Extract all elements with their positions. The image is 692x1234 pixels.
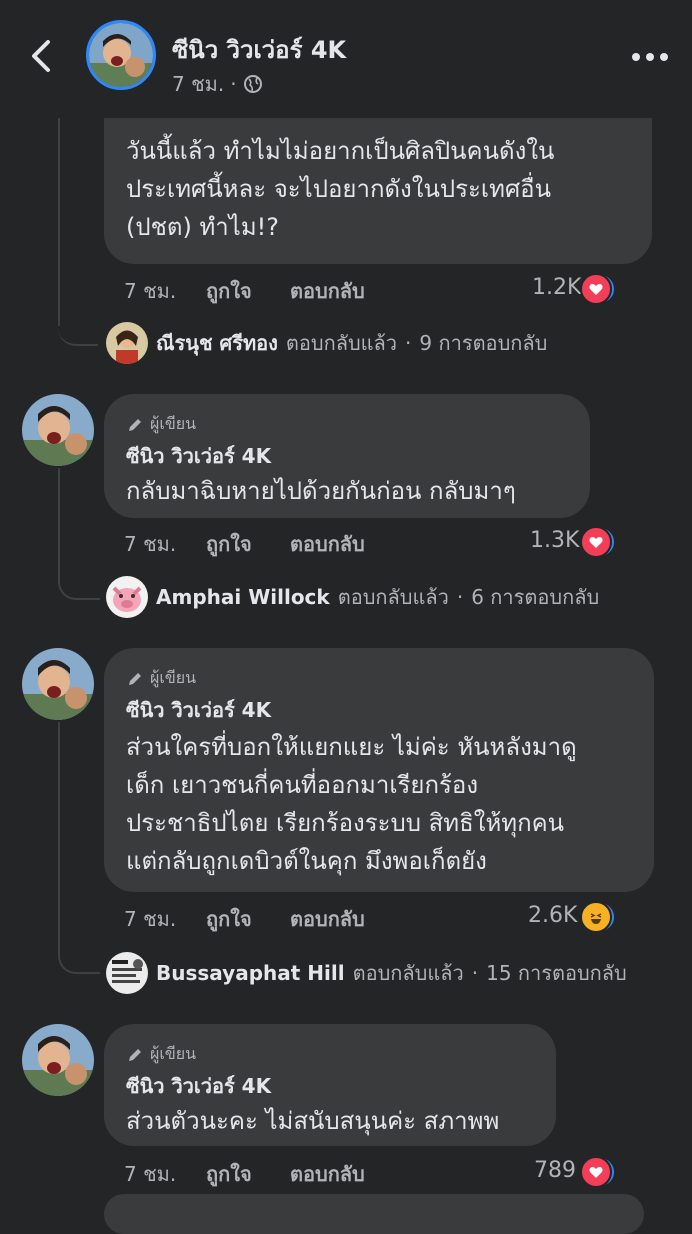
comment-line: ประเทศนี้หละ จะไปอยากดังในประเทศอื่น [126, 175, 551, 203]
author-badge-label: ผู้เขียน [150, 1044, 197, 1063]
next-comment-bubble-edge [104, 1194, 644, 1234]
reaction-count[interactable]: 789 [534, 1158, 576, 1183]
meta-separator: · [230, 72, 237, 96]
comment-text: วันนี้แล้ว ทำไมไม่อยากเป็นศิลปินคนดังใน … [126, 132, 646, 246]
comment-actions: 7 ชม. ถูกใจ ตอบกลับ 1.3K [0, 526, 692, 560]
commenter-name[interactable]: ซีนิว วิวเว่อร์ 4K [126, 694, 271, 726]
author-badge: ผู้เขียน [126, 666, 196, 691]
reply-summary[interactable]: ณีรนุช ศรีทอง ตอบกลับแล้ว · 9 การตอบกลับ [106, 322, 547, 364]
reaction-count[interactable]: 1.3K [530, 528, 579, 553]
like-button[interactable]: ถูกใจ [206, 528, 252, 560]
reaction-count[interactable]: 1.2K [532, 275, 581, 300]
comment-actions: 7 ชม. ถูกใจ ตอบกลับ 2.6K [0, 901, 692, 935]
commenter-name[interactable]: ซีนิว วิวเว่อร์ 4K [126, 1070, 271, 1102]
love-reaction-icon [580, 1156, 612, 1188]
author-badge: ผู้เขียน [126, 1042, 196, 1067]
comment-time: 7 ชม. [124, 532, 177, 556]
reply-separator: · [405, 331, 412, 355]
comment-avatar[interactable] [22, 394, 94, 466]
comment-line: (ปชต) ทำไม!? [126, 213, 280, 241]
comment-time: 7 ชม. [124, 1162, 177, 1186]
thread-connector [58, 300, 98, 346]
reply-count: 9 การตอบกลับ [419, 331, 548, 355]
reaction-count[interactable]: 2.6K [528, 903, 577, 928]
post-meta: 7 ชม. · [172, 68, 263, 100]
author-photo-icon [22, 648, 94, 720]
haha-reaction-icon [580, 901, 612, 933]
thread-connector [58, 556, 100, 600]
comment-line: วันนี้แล้ว ทำไมไม่อยากเป็นศิลปินคนดังใน [126, 137, 555, 165]
like-button[interactable]: ถูกใจ [206, 903, 252, 935]
comment-line: ส่วนตัวนะคะ ไม่สนับสนุนค่ะ สภาพพ [126, 1107, 500, 1135]
comment-time: 7 ชม. [124, 907, 177, 931]
comment-time: 7 ชม. [124, 279, 177, 303]
comment-line: ประชาธิปไตย เรียกร้องระบบ สิทธิให้ทุกคน [126, 809, 565, 837]
page-avatar[interactable] [86, 20, 156, 90]
reply-count: 6 การตอบกลับ [471, 585, 600, 609]
reply-button[interactable]: ตอบกลับ [290, 275, 365, 307]
comment-text: ส่วนใครที่บอกให้แยกแยะ ไม่ค่ะ หันหลังมาด… [126, 728, 648, 880]
comment-avatar[interactable] [22, 1024, 94, 1096]
reply-count: 15 การตอบกลับ [486, 961, 627, 985]
author-pen-icon [129, 672, 141, 685]
thread-connector [58, 930, 100, 974]
reply-avatar [106, 952, 148, 994]
comment-line: ส่วนใครที่บอกให้แยกแยะ ไม่ค่ะ หันหลังมาด… [126, 733, 577, 761]
commenter-name[interactable]: ซีนิว วิวเว่อร์ 4K [126, 440, 271, 472]
author-badge-label: ผู้เขียน [150, 414, 197, 433]
comment-actions: 7 ชม. ถูกใจ ตอบกลับ 789 [0, 1156, 692, 1190]
reply-summary[interactable]: Amphai Willock ตอบกลับแล้ว · 6 การตอบกลั… [106, 576, 599, 618]
reply-action: ตอบกลับแล้ว [352, 961, 464, 985]
reply-avatar [106, 322, 148, 364]
reply-author-name: Bussayaphat Hill [156, 961, 345, 985]
header-bar: ซีนิว วิวเว่อร์ 4K 7 ชม. · [0, 0, 692, 118]
text-image-avatar-icon [106, 952, 148, 994]
author-badge: ผู้เขียน [126, 412, 196, 437]
reply-button[interactable]: ตอบกลับ [290, 528, 365, 560]
author-photo-icon [22, 394, 94, 466]
comment-bubble[interactable]: ผู้เขียน ซีนิว วิวเว่อร์ 4K กลับมาฉิบหาย… [104, 394, 590, 518]
reply-separator: · [456, 585, 464, 609]
page-title[interactable]: ซีนิว วิวเว่อร์ 4K [172, 30, 346, 69]
reply-author-name: ณีรนุช ศรีทอง [156, 331, 278, 355]
love-reaction-icon [580, 273, 612, 305]
author-pen-icon [129, 418, 141, 431]
like-button[interactable]: ถูกใจ [206, 275, 252, 307]
comment-line: เด็ก เยาวชนกี่คนที่ออกมาเรียกร้อง [126, 771, 479, 799]
more-options-icon[interactable] [630, 52, 670, 62]
pig-avatar-icon [106, 576, 148, 618]
comment-bubble[interactable]: ผู้เขียน ซีนิว วิวเว่อร์ 4K ส่วนใครที่บอ… [104, 648, 654, 892]
comment-bubble[interactable]: ผู้เขียน ซีนิว วิวเว่อร์ 4K ส่วนตัวนะคะ … [104, 1024, 556, 1146]
comment-actions: 7 ชม. ถูกใจ ตอบกลับ 1.2K [0, 273, 692, 307]
comment-text: ส่วนตัวนะคะ ไม่สนับสนุนค่ะ สภาพพ [126, 1102, 550, 1140]
back-chevron-icon[interactable] [28, 38, 56, 74]
author-photo-icon [22, 1024, 94, 1096]
author-badge-label: ผู้เขียน [150, 668, 197, 687]
reply-avatar [106, 576, 148, 618]
author-pen-icon [129, 1048, 141, 1061]
reply-action: ตอบกลับแล้ว [337, 585, 449, 609]
reply-button[interactable]: ตอบกลับ [290, 1158, 365, 1190]
reply-button[interactable]: ตอบกลับ [290, 903, 365, 935]
reply-separator: · [471, 961, 479, 985]
reply-summary[interactable]: Bussayaphat Hill ตอบกลับแล้ว · 15 การตอบ… [106, 952, 627, 994]
comment-avatar[interactable] [22, 648, 94, 720]
love-reaction-icon [580, 526, 612, 558]
reply-action: ตอบกลับแล้ว [285, 331, 398, 355]
user-photo-icon [106, 322, 148, 364]
avatar-photo-icon [89, 23, 153, 87]
comment-line: แต่กลับถูกเดบิวต์ในคุก มึงพอเก็ตยัง [126, 847, 487, 875]
comment-line: กลับมาฉิบหายไปด้วยกันก่อน กลับมาๆ [126, 477, 516, 505]
globe-icon [243, 75, 262, 93]
post-time: 7 ชม. [172, 72, 225, 96]
comment-text: กลับมาฉิบหายไปด้วยกันก่อน กลับมาๆ [126, 472, 586, 510]
like-button[interactable]: ถูกใจ [206, 1158, 252, 1190]
reply-author-name: Amphai Willock [156, 585, 330, 609]
